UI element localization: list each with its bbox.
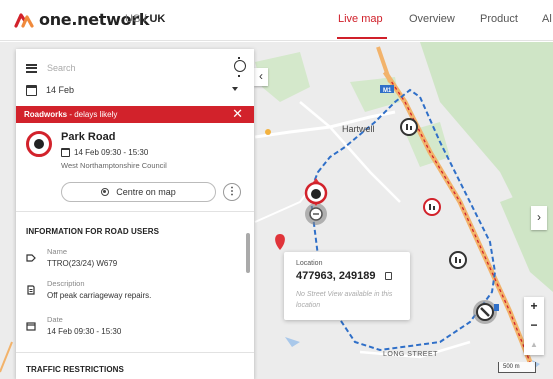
search-input[interactable]: Search [47,63,76,73]
region-uk[interactable]: UK [149,13,165,25]
road [329,126,401,203]
date-value: 14 Feb [46,85,75,95]
divider [16,352,254,353]
location-pin-icon[interactable] [275,234,285,250]
event-summary: Park Road 14 Feb 09:30 - 15:30 West Nort… [26,131,248,175]
side-panel: Search 14 Feb Roadworks - delays likely … [16,49,254,379]
chevron-down-icon [232,87,238,91]
event-title: Park Road [61,131,116,143]
road [0,341,13,373]
location-coords: 477963, 249189 [296,270,376,282]
info-date: Date 14 Feb 09:30 - 15:30 [26,315,236,341]
nav-overview[interactable]: Overview [409,13,455,25]
green-area [500,182,553,292]
document-icon [27,285,35,295]
info-label: Name [47,247,68,256]
roadworks-marker-icon[interactable] [449,251,467,269]
event-organisation: West Northamptonshire Council [61,161,167,170]
scale-bar: 500 m [498,362,536,373]
location-label: Location [296,260,323,267]
locate-me-icon[interactable] [234,57,246,77]
zoom-controls: + − ▲ [524,297,544,355]
incident-marker-icon[interactable] [473,300,499,324]
section-restrictions-title: TRAFFIC RESTRICTIONS [26,365,124,374]
place-hartwell: Hartwell [342,124,375,134]
compass-icon[interactable]: ▲ [524,335,544,354]
region-separator: / [143,13,147,25]
collapse-panel-button[interactable]: ‹ [254,68,268,86]
roadworks-marker-icon[interactable] [423,198,441,216]
logo-mark-icon [14,12,34,28]
date-picker[interactable]: 14 Feb [26,82,250,98]
motorway-m1 [376,46,392,83]
place-marker [265,129,271,135]
region-switcher[interactable]: US / UK [125,13,165,25]
calendar-icon [61,148,70,157]
close-icon[interactable]: ✕ [232,107,243,121]
event-time-value: 14 Feb 09:30 - 15:30 [74,148,149,157]
zoom-in-button[interactable]: + [524,297,544,316]
roadworks-icon [26,131,52,157]
divider [16,211,254,212]
target-icon [101,188,110,196]
info-label: Description [47,279,85,288]
panel-scrollbar[interactable] [246,233,250,273]
section-info-title: INFORMATION FOR ROAD USERS [26,227,160,236]
water [285,337,300,347]
active-tab-indicator [337,37,387,39]
info-label: Date [47,315,63,324]
calendar-icon [26,84,37,96]
event-time: 14 Feb 09:30 - 15:30 [61,148,148,157]
top-nav: one.network US / UK Live map Overview Pr… [0,0,553,41]
centre-button-label: Centre on map [116,187,176,197]
selected-event-marker-icon[interactable] [304,178,328,225]
nav-live-map[interactable]: Live map [338,13,383,25]
alert-suffix: - delays likely [67,110,118,119]
street-view-note: No Street View available in this locatio… [296,291,393,309]
menu-icon[interactable] [26,63,37,73]
info-value: TTRO(23/24) W679 [47,259,118,268]
roadworks-marker-icon[interactable] [400,118,418,136]
tag-icon [26,254,36,262]
info-description: Description Off peak carriageway repairs… [26,279,236,305]
copy-icon[interactable] [385,272,392,280]
road-long-street: LONG STREET [383,351,438,358]
centre-on-map-button[interactable]: Centre on map [61,182,216,202]
event-alert-bar: Roadworks - delays likely ✕ [16,106,254,123]
m1-label: M1 [383,88,392,94]
zoom-out-button[interactable]: − [524,316,544,335]
nav-more[interactable]: Al [542,13,552,25]
info-name: Name TTRO(23/24) W679 [26,247,236,273]
location-card: Location 477963, 249189 No Street View a… [284,252,410,320]
info-value: 14 Feb 09:30 - 15:30 [47,327,122,336]
road [299,101,331,128]
search-row[interactable]: Search [26,59,246,77]
expand-panel-button[interactable]: › [531,206,547,230]
alert-title: Roadworks [24,110,68,119]
info-value: Off peak carriageway repairs. [47,291,152,300]
region-us[interactable]: US [125,13,140,25]
nav-product[interactable]: Product [480,13,518,25]
calendar-icon [26,322,36,331]
more-options-button[interactable]: ⋮ [223,183,241,201]
